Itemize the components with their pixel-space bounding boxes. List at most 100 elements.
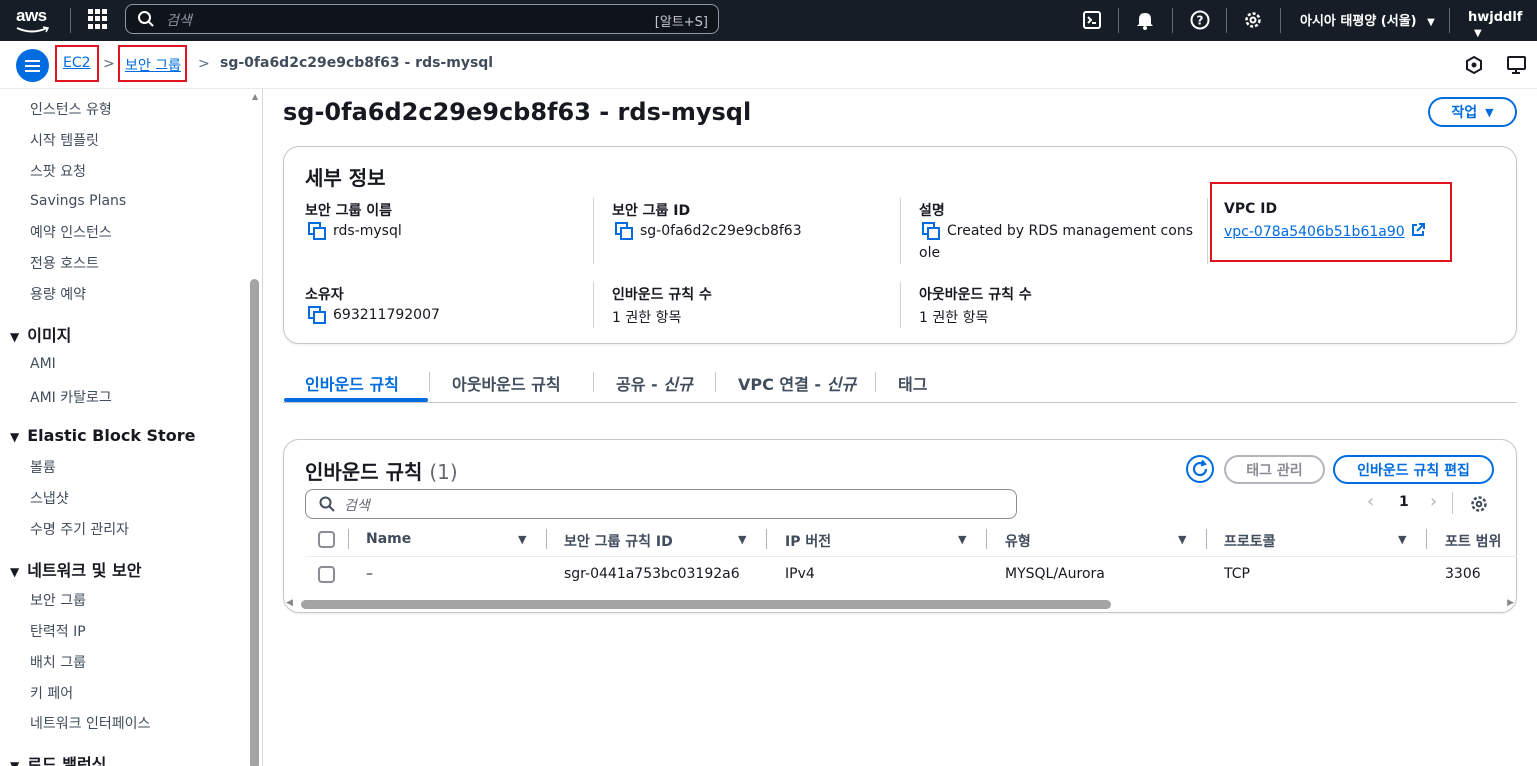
settings-gear-icon[interactable] [1242,9,1264,31]
scroll-up-arrow-icon[interactable]: ▲ [252,92,258,101]
edit-inbound-rules-button[interactable]: 인바운드 규칙 편집 [1333,455,1494,484]
sidebar-section-title: 이미지 [27,326,72,345]
sidebar-item-launch-templates[interactable]: 시작 템플릿 [30,130,99,150]
column-divider [766,529,767,549]
aws-logo[interactable]: aws [16,6,56,36]
sidebar-scrollbar[interactable] [250,279,259,766]
sort-caret-icon[interactable]: ▼ [958,533,966,546]
new-badge: 신규 [663,375,693,394]
breadcrumb-security-groups[interactable]: 보안 그룹 [125,55,181,75]
sidebar-item-dedicated-hosts[interactable]: 전용 호스트 [30,253,99,273]
outbound-count-label: 아웃바운드 규칙 수 [919,287,1032,303]
column-header-rule-id[interactable]: 보안 그룹 규칙 ID [564,531,673,551]
refresh-button[interactable] [1186,455,1214,483]
pagination-next-icon[interactable]: › [1430,491,1437,512]
side-navigation: ▲ 인스턴스 유형 시작 템플릿 스팟 요청 Savings Plans 예약 … [0,89,263,766]
notifications-bell-icon[interactable] [1134,9,1156,31]
inbound-rules-container [283,439,1517,613]
caret-down-icon: ▼ [10,759,20,766]
outbound-count-value: 1 권한 항목 [919,310,989,326]
tab-tags[interactable]: 태그 [898,371,927,395]
highlight-box [1210,182,1452,262]
tab-outbound-rules[interactable]: 아웃바운드 규칙 [452,371,561,395]
region-selector[interactable]: 아시아 태평양 (서울) ▼ [1300,10,1435,29]
nav-divider [1280,8,1281,33]
sidebar-section-images[interactable]: ▼ 이미지 [10,322,71,346]
top-navigation-bar: aws 검색 [알트+S] ? 아시아 태평양 (서울) ▼ hwjddlf ▼ [0,0,1537,41]
rules-filter-input[interactable]: 검색 [305,489,1017,519]
copy-icon[interactable] [308,306,326,324]
page-title: sg-0fa6d2c29e9cb8f63 - rds-mysql [283,98,752,126]
feedback-icon[interactable] [1464,55,1484,75]
caret-down-icon: ▼ [10,565,20,579]
horizontal-scroll-thumb[interactable] [301,600,1111,609]
filter-placeholder: 검색 [344,498,370,514]
column-header-protocol[interactable]: 프로토콜 [1224,531,1276,551]
sort-caret-icon[interactable]: ▼ [518,533,526,546]
sidebar-item-reserved-instances[interactable]: 예약 인스턴스 [30,222,112,242]
actions-button-label: 작업 [1451,105,1478,121]
sidebar-item-lifecycle-manager[interactable]: 수명 주기 관리자 [30,519,129,539]
sidebar-item-network-interfaces[interactable]: 네트워크 인터페이스 [30,713,150,733]
pagination-current-page[interactable]: 1 [1399,494,1409,510]
breadcrumb-ec2[interactable]: EC2 [63,55,91,71]
tab-inbound-rules[interactable]: 인바운드 규칙 [305,371,399,395]
column-divider [1207,198,1208,264]
aws-smile-icon [16,26,50,33]
global-search-input[interactable]: 검색 [알트+S] [125,4,719,34]
search-placeholder: 검색 [166,13,192,29]
row-checkbox[interactable] [318,566,335,583]
column-header-ip-version[interactable]: IP 버전 [785,531,831,551]
column-header-port-range[interactable]: 포트 범위 [1445,531,1501,551]
column-header-type[interactable]: 유형 [1005,531,1031,551]
copy-icon[interactable] [615,222,633,240]
sidebar-section-load-balancing[interactable]: ▼ 로드 밸런싱 [10,751,106,766]
sidebar-item-ami[interactable]: AMI [30,356,56,372]
sidebar-item-elastic-ips[interactable]: 탄력적 IP [30,621,86,641]
tab-vpc-associations[interactable]: VPC 연결 - 신규 [738,371,856,395]
caret-down-icon: ▼ [1474,28,1482,39]
scroll-left-arrow-icon[interactable]: ◀ [286,598,293,608]
column-divider [593,198,594,264]
sidebar-item-placement-groups[interactable]: 배치 그룹 [30,652,86,672]
display-preferences-icon[interactable] [1506,55,1528,75]
caret-down-icon: ▼ [1427,17,1435,28]
sidebar-item-key-pairs[interactable]: 키 페어 [30,683,73,703]
vpc-id-label: VPC ID [1224,201,1278,217]
scroll-right-arrow-icon[interactable]: ▶ [1507,598,1514,608]
column-divider [986,529,987,549]
sort-caret-icon[interactable]: ▼ [1178,533,1186,546]
region-label: 아시아 태평양 (서울) [1300,14,1417,29]
services-grid-icon[interactable] [88,9,108,29]
select-all-checkbox[interactable] [318,531,335,548]
help-icon[interactable]: ? [1189,9,1211,31]
table-settings-gear-icon[interactable] [1469,494,1489,514]
sidebar-item-ami-catalog[interactable]: AMI 카탈로그 [30,387,112,407]
sidebar-item-spot-requests[interactable]: 스팟 요청 [30,161,86,181]
pagination-prev-icon[interactable]: ‹ [1367,491,1374,512]
vpc-id-value: vpc-078a5406b51b61a90 [1224,224,1405,240]
vpc-id-link[interactable]: vpc-078a5406b51b61a90 [1224,223,1426,240]
copy-icon[interactable] [308,222,326,240]
account-menu[interactable]: hwjddlf ▼ [1468,10,1537,40]
actions-button[interactable]: 작업 ▼ [1428,97,1517,127]
sidebar-item-snapshots[interactable]: 스냅샷 [30,488,69,508]
tab-sharing[interactable]: 공유 - 신규 [616,371,693,395]
sidebar-item-instance-types[interactable]: 인스턴스 유형 [30,99,112,119]
sidebar-item-volumes[interactable]: 볼륨 [30,457,56,477]
breadcrumb-current: sg-0fa6d2c29e9cb8f63 - rds-mysql [220,55,494,71]
sidebar-item-savings-plans[interactable]: Savings Plans [30,193,126,209]
column-header-name[interactable]: Name [366,531,411,547]
cloudshell-icon[interactable] [1081,9,1103,31]
manage-tags-button[interactable]: 태그 관리 [1224,455,1325,484]
aws-logo-text: aws [16,6,47,25]
side-nav-toggle-button[interactable] [16,49,49,82]
tab-label: VPC 연결 - [738,375,827,394]
sidebar-section-network-security[interactable]: ▼ 네트워크 및 보안 [10,557,141,581]
copy-icon[interactable] [922,222,940,240]
sidebar-section-ebs[interactable]: ▼ Elastic Block Store [10,426,195,445]
sort-caret-icon[interactable]: ▼ [1398,533,1406,546]
sort-caret-icon[interactable]: ▼ [738,533,746,546]
sidebar-item-capacity-reservations[interactable]: 용량 예약 [30,284,86,304]
sidebar-item-security-groups[interactable]: 보안 그룹 [30,590,86,610]
